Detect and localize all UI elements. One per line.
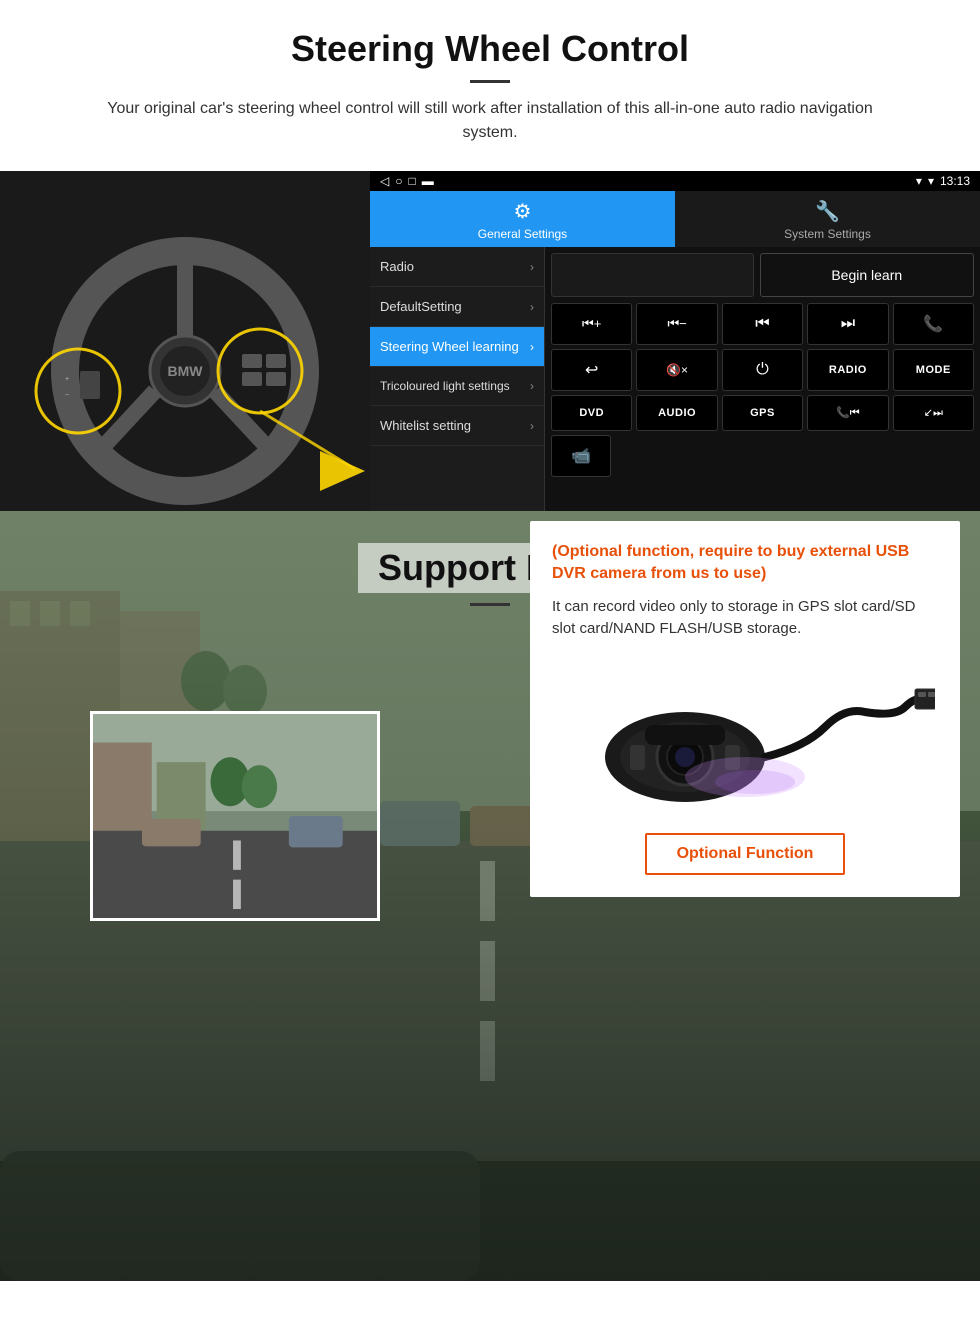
dvr-camera-image: [552, 657, 938, 817]
menu-label: Steering Wheel learning: [380, 339, 519, 354]
gps-button[interactable]: GPS: [722, 395, 803, 431]
dvr-optional-text: (Optional function, require to buy exter…: [552, 541, 938, 586]
control-row-2: ↩ 🔇× ⏻ RADIO MODE: [551, 349, 974, 391]
chevron-right-icon: ›: [530, 340, 534, 354]
menu-item-tricoloured[interactable]: Tricoloured light settings ›: [370, 367, 544, 406]
call-prev-button[interactable]: 📞⏮: [807, 395, 888, 431]
dvr-title-divider: [470, 603, 510, 606]
hangup-button[interactable]: ↩: [551, 349, 632, 391]
optional-function-button[interactable]: Optional Function: [645, 833, 846, 875]
dvr-section: Support DVR: [0, 511, 980, 1281]
steering-content: BMW + − ◁ ○ □ ▬: [0, 171, 980, 511]
chevron-right-icon: ›: [530, 260, 534, 274]
next-button[interactable]: ⏭: [807, 303, 888, 345]
svg-text:BMW: BMW: [168, 363, 204, 379]
tab-system-label: System Settings: [784, 227, 871, 241]
svg-text:+: +: [65, 376, 69, 383]
mute-button[interactable]: 🔇×: [636, 349, 717, 391]
dvd-button[interactable]: DVD: [551, 395, 632, 431]
android-panel: ◁ ○ □ ▬ ▾ ▾ 13:13 ⚙ General Settings 🔧 S…: [370, 171, 980, 511]
wifi-icon: ▾: [928, 174, 934, 188]
begin-learn-button[interactable]: Begin learn: [760, 253, 975, 297]
dvr-icon-button[interactable]: 📹: [551, 435, 611, 477]
audio-button[interactable]: AUDIO: [636, 395, 717, 431]
menu-icon: ▬: [422, 174, 434, 188]
home-icon: ○: [395, 174, 402, 188]
android-statusbar: ◁ ○ □ ▬ ▾ ▾ 13:13: [370, 171, 980, 191]
vol-down-button[interactable]: ⏮−: [636, 303, 717, 345]
dvr-description: It can record video only to storage in G…: [552, 596, 938, 641]
radio-button[interactable]: RADIO: [807, 349, 888, 391]
control-panel: Begin learn ⏮+ ⏮− ⏮ ⏭ 📞 ↩ 🔇× ⏻ RADIO: [545, 247, 980, 511]
menu-label: Tricoloured light settings: [380, 379, 510, 393]
menu-item-steering-wheel[interactable]: Steering Wheel learning ›: [370, 327, 544, 367]
steering-title-area: Steering Wheel Control Your original car…: [0, 0, 980, 155]
panel-body: Radio › DefaultSetting › Steering Wheel …: [370, 247, 980, 511]
power-button[interactable]: ⏻: [722, 349, 803, 391]
clock: 13:13: [940, 174, 970, 188]
control-row-4: 📹: [551, 435, 974, 477]
gear-icon: ⚙: [514, 199, 532, 224]
dvr-screenshot-inner: [93, 714, 377, 918]
menu-label: Radio: [380, 259, 414, 274]
control-row-1: ⏮+ ⏮− ⏮ ⏭ 📞: [551, 303, 974, 345]
title-divider: [470, 80, 510, 83]
menu-label: Whitelist setting: [380, 418, 471, 433]
end-next-button[interactable]: ↙⏭: [893, 395, 974, 431]
menu-item-whitelist[interactable]: Whitelist setting ›: [370, 406, 544, 446]
empty-spacer: [551, 253, 754, 297]
svg-text:−: −: [65, 392, 69, 399]
menu-item-defaultsetting[interactable]: DefaultSetting ›: [370, 287, 544, 327]
menu-label: DefaultSetting: [380, 299, 462, 314]
section-subtitle: Your original car's steering wheel contr…: [80, 97, 900, 145]
begin-learn-row: Begin learn: [551, 253, 974, 297]
recents-icon: □: [408, 174, 415, 188]
mode-button[interactable]: MODE: [893, 349, 974, 391]
menu-list: Radio › DefaultSetting › Steering Wheel …: [370, 247, 545, 511]
tab-system-settings[interactable]: 🔧 System Settings: [675, 191, 980, 247]
chevron-right-icon: ›: [530, 300, 534, 314]
signal-icon: ◁: [380, 174, 389, 188]
tab-general-settings[interactable]: ⚙ General Settings: [370, 191, 675, 247]
steering-image: BMW + −: [0, 171, 370, 511]
prev-button[interactable]: ⏮: [722, 303, 803, 345]
control-row-3: DVD AUDIO GPS 📞⏮ ↙⏭: [551, 395, 974, 431]
system-icon: 🔧: [815, 199, 840, 224]
tab-general-label: General Settings: [478, 227, 567, 241]
call-button[interactable]: 📞: [893, 303, 974, 345]
settings-tabs: ⚙ General Settings 🔧 System Settings: [370, 191, 980, 247]
page-title: Steering Wheel Control: [40, 28, 940, 70]
chevron-right-icon: ›: [530, 379, 534, 393]
signal-bars: ▾: [916, 174, 922, 188]
dvr-info-box: (Optional function, require to buy exter…: [530, 521, 960, 897]
chevron-right-icon: ›: [530, 419, 534, 433]
menu-item-radio[interactable]: Radio ›: [370, 247, 544, 287]
vol-up-button[interactable]: ⏮+: [551, 303, 632, 345]
dvr-small-screenshot: [90, 711, 380, 921]
